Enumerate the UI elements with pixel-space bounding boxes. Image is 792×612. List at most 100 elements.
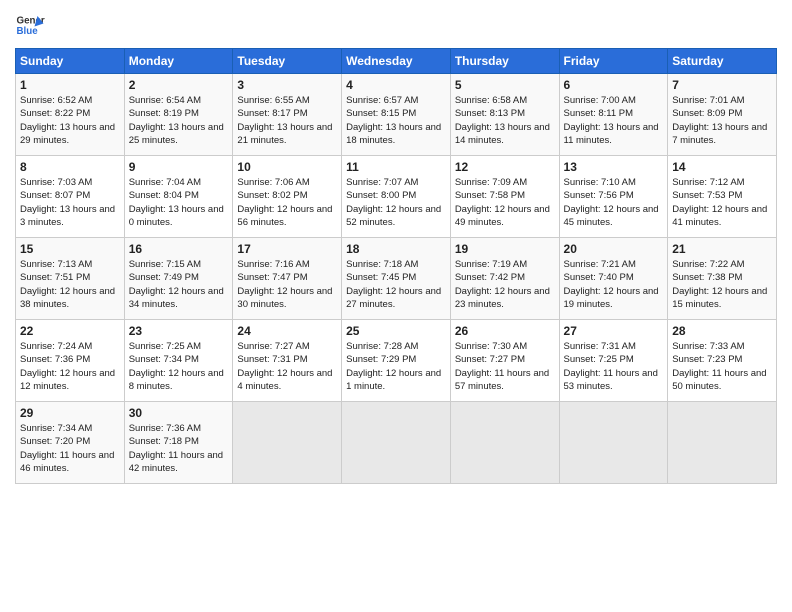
table-row: 21 Sunrise: 7:22 AMSunset: 7:38 PMDayligh… (668, 238, 777, 320)
table-row (450, 402, 559, 484)
day-detail: Sunrise: 7:12 AMSunset: 7:53 PMDaylight:… (672, 176, 772, 229)
table-row: 28 Sunrise: 7:33 AMSunset: 7:23 PMDayligh… (668, 320, 777, 402)
calendar-table: Sunday Monday Tuesday Wednesday Thursday… (15, 48, 777, 484)
day-number: 12 (455, 160, 555, 174)
day-detail: Sunrise: 7:16 AMSunset: 7:47 PMDaylight:… (237, 258, 337, 311)
day-detail: Sunrise: 7:36 AMSunset: 7:18 PMDaylight:… (129, 422, 229, 475)
day-detail: Sunrise: 7:19 AMSunset: 7:42 PMDaylight:… (455, 258, 555, 311)
day-detail: Sunrise: 7:30 AMSunset: 7:27 PMDaylight:… (455, 340, 555, 393)
day-detail: Sunrise: 7:27 AMSunset: 7:31 PMDaylight:… (237, 340, 337, 393)
day-number: 23 (129, 324, 229, 338)
table-row: 2 Sunrise: 6:54 AMSunset: 8:19 PMDaylight… (124, 74, 233, 156)
table-row: 22 Sunrise: 7:24 AMSunset: 7:36 PMDayligh… (16, 320, 125, 402)
table-row (668, 402, 777, 484)
day-detail: Sunrise: 6:55 AMSunset: 8:17 PMDaylight:… (237, 94, 337, 147)
table-row (342, 402, 451, 484)
day-number: 1 (20, 78, 120, 92)
table-row: 15Sunrise: 7:13 AMSunset: 7:51 PMDayligh… (16, 238, 125, 320)
col-thursday: Thursday (450, 49, 559, 74)
day-detail: Sunrise: 7:34 AMSunset: 7:20 PMDaylight:… (20, 422, 120, 475)
day-number: 20 (564, 242, 664, 256)
day-number: 6 (564, 78, 664, 92)
table-row: 12 Sunrise: 7:09 AMSunset: 7:58 PMDayligh… (450, 156, 559, 238)
col-monday: Monday (124, 49, 233, 74)
day-number: 9 (129, 160, 229, 174)
day-number: 3 (237, 78, 337, 92)
logo-icon: General Blue (15, 10, 45, 40)
day-detail: Sunrise: 7:33 AMSunset: 7:23 PMDaylight:… (672, 340, 772, 393)
day-detail: Sunrise: 7:21 AMSunset: 7:40 PMDaylight:… (564, 258, 664, 311)
day-detail: Sunrise: 7:09 AMSunset: 7:58 PMDaylight:… (455, 176, 555, 229)
day-number: 24 (237, 324, 337, 338)
day-number: 17 (237, 242, 337, 256)
day-detail: Sunrise: 7:07 AMSunset: 8:00 PMDaylight:… (346, 176, 446, 229)
day-number: 21 (672, 242, 772, 256)
day-detail: Sunrise: 6:58 AMSunset: 8:13 PMDaylight:… (455, 94, 555, 147)
table-row: 17 Sunrise: 7:16 AMSunset: 7:47 PMDayligh… (233, 238, 342, 320)
day-number: 4 (346, 78, 446, 92)
table-row: 26Sunrise: 7:30 AMSunset: 7:27 PMDayligh… (450, 320, 559, 402)
day-number: 19 (455, 242, 555, 256)
day-detail: Sunrise: 6:57 AMSunset: 8:15 PMDaylight:… (346, 94, 446, 147)
table-row: 29 Sunrise: 7:34 AMSunset: 7:20 PMDayligh… (16, 402, 125, 484)
day-number: 28 (672, 324, 772, 338)
table-row: 18 Sunrise: 7:18 AMSunset: 7:45 PMDayligh… (342, 238, 451, 320)
day-detail: Sunrise: 7:24 AMSunset: 7:36 PMDaylight:… (20, 340, 120, 393)
table-row: 7 Sunrise: 7:01 AMSunset: 8:09 PMDaylight… (668, 74, 777, 156)
day-number: 13 (564, 160, 664, 174)
day-number: 29 (20, 406, 120, 420)
day-detail: Sunrise: 7:31 AMSunset: 7:25 PMDaylight:… (564, 340, 664, 393)
table-row: 1Sunrise: 6:52 AMSunset: 8:22 PMDaylight… (16, 74, 125, 156)
day-number: 5 (455, 78, 555, 92)
day-detail: Sunrise: 7:06 AMSunset: 8:02 PMDaylight:… (237, 176, 337, 229)
day-detail: Sunrise: 6:54 AMSunset: 8:19 PMDaylight:… (129, 94, 229, 147)
day-number: 2 (129, 78, 229, 92)
col-wednesday: Wednesday (342, 49, 451, 74)
table-row: 11 Sunrise: 7:07 AMSunset: 8:00 PMDayligh… (342, 156, 451, 238)
table-row: 24 Sunrise: 7:27 AMSunset: 7:31 PMDayligh… (233, 320, 342, 402)
day-number: 11 (346, 160, 446, 174)
table-row: 13Sunrise: 7:10 AMSunset: 7:56 PMDayligh… (559, 156, 668, 238)
table-row: 5 Sunrise: 6:58 AMSunset: 8:13 PMDaylight… (450, 74, 559, 156)
day-number: 30 (129, 406, 229, 420)
day-number: 25 (346, 324, 446, 338)
day-number: 16 (129, 242, 229, 256)
calendar-week-row: 22 Sunrise: 7:24 AMSunset: 7:36 PMDayligh… (16, 320, 777, 402)
day-detail: Sunrise: 7:04 AMSunset: 8:04 PMDaylight:… (129, 176, 229, 229)
day-detail: Sunrise: 7:13 AMSunset: 7:51 PMDaylight:… (20, 258, 120, 311)
table-row (559, 402, 668, 484)
table-row: 20 Sunrise: 7:21 AMSunset: 7:40 PMDayligh… (559, 238, 668, 320)
day-detail: Sunrise: 7:22 AMSunset: 7:38 PMDaylight:… (672, 258, 772, 311)
table-row: 9 Sunrise: 7:04 AMSunset: 8:04 PMDaylight… (124, 156, 233, 238)
calendar-week-row: 15Sunrise: 7:13 AMSunset: 7:51 PMDayligh… (16, 238, 777, 320)
day-detail: Sunrise: 7:28 AMSunset: 7:29 PMDaylight:… (346, 340, 446, 393)
day-number: 27 (564, 324, 664, 338)
table-row: 25 Sunrise: 7:28 AMSunset: 7:29 PMDayligh… (342, 320, 451, 402)
day-detail: Sunrise: 7:01 AMSunset: 8:09 PMDaylight:… (672, 94, 772, 147)
col-tuesday: Tuesday (233, 49, 342, 74)
day-detail: Sunrise: 7:18 AMSunset: 7:45 PMDaylight:… (346, 258, 446, 311)
calendar-week-row: 29 Sunrise: 7:34 AMSunset: 7:20 PMDayligh… (16, 402, 777, 484)
day-detail: Sunrise: 7:15 AMSunset: 7:49 PMDaylight:… (129, 258, 229, 311)
day-number: 14 (672, 160, 772, 174)
table-row: 27 Sunrise: 7:31 AMSunset: 7:25 PMDayligh… (559, 320, 668, 402)
header-row: Sunday Monday Tuesday Wednesday Thursday… (16, 49, 777, 74)
logo: General Blue (15, 10, 45, 40)
day-number: 22 (20, 324, 120, 338)
table-row (233, 402, 342, 484)
table-row: 14 Sunrise: 7:12 AMSunset: 7:53 PMDayligh… (668, 156, 777, 238)
day-number: 10 (237, 160, 337, 174)
day-number: 18 (346, 242, 446, 256)
calendar-week-row: 1Sunrise: 6:52 AMSunset: 8:22 PMDaylight… (16, 74, 777, 156)
day-detail: Sunrise: 7:03 AMSunset: 8:07 PMDaylight:… (20, 176, 120, 229)
svg-text:Blue: Blue (17, 26, 39, 37)
day-number: 7 (672, 78, 772, 92)
calendar-week-row: 8Sunrise: 7:03 AMSunset: 8:07 PMDaylight… (16, 156, 777, 238)
table-row: 23Sunrise: 7:25 AMSunset: 7:34 PMDayligh… (124, 320, 233, 402)
col-friday: Friday (559, 49, 668, 74)
table-row: 16 Sunrise: 7:15 AMSunset: 7:49 PMDayligh… (124, 238, 233, 320)
table-row: 3 Sunrise: 6:55 AMSunset: 8:17 PMDaylight… (233, 74, 342, 156)
col-sunday: Sunday (16, 49, 125, 74)
table-row: 10 Sunrise: 7:06 AMSunset: 8:02 PMDayligh… (233, 156, 342, 238)
table-row: 4 Sunrise: 6:57 AMSunset: 8:15 PMDaylight… (342, 74, 451, 156)
